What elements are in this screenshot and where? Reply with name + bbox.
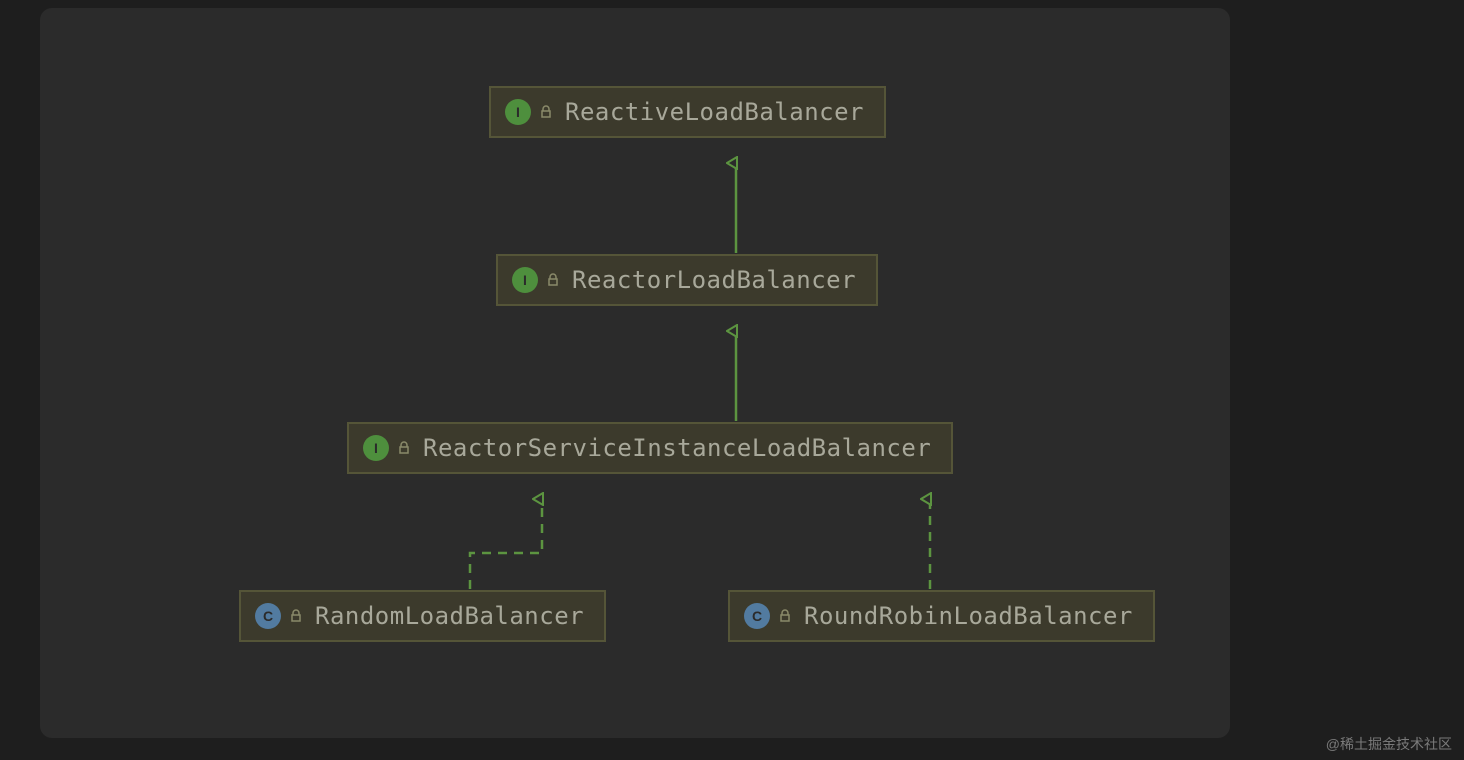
node-reactor-service-instance-load-balancer[interactable]: I ReactorServiceInstanceLoadBalancer [347, 422, 953, 474]
node-label: ReactorServiceInstanceLoadBalancer [423, 434, 931, 462]
node-reactor-load-balancer[interactable]: I ReactorLoadBalancer [496, 254, 878, 306]
lock-icon [539, 105, 553, 119]
lock-icon [546, 273, 560, 287]
interface-icon: I [512, 267, 538, 293]
lock-icon [778, 609, 792, 623]
node-random-load-balancer[interactable]: C RandomLoadBalancer [239, 590, 606, 642]
class-icon: C [744, 603, 770, 629]
interface-icon: I [505, 99, 531, 125]
lock-icon [289, 609, 303, 623]
watermark: @稀土掘金技术社区 [1326, 734, 1452, 754]
node-label: RoundRobinLoadBalancer [804, 602, 1133, 630]
diagram-panel: I ReactiveLoadBalancer I ReactorLoadBala… [40, 8, 1230, 738]
node-round-robin-load-balancer[interactable]: C RoundRobinLoadBalancer [728, 590, 1155, 642]
class-icon: C [255, 603, 281, 629]
edge-n4-n3 [470, 499, 542, 589]
node-reactive-load-balancer[interactable]: I ReactiveLoadBalancer [489, 86, 886, 138]
node-label: RandomLoadBalancer [315, 602, 584, 630]
interface-icon: I [363, 435, 389, 461]
lock-icon [397, 441, 411, 455]
node-label: ReactiveLoadBalancer [565, 98, 864, 126]
node-label: ReactorLoadBalancer [572, 266, 856, 294]
